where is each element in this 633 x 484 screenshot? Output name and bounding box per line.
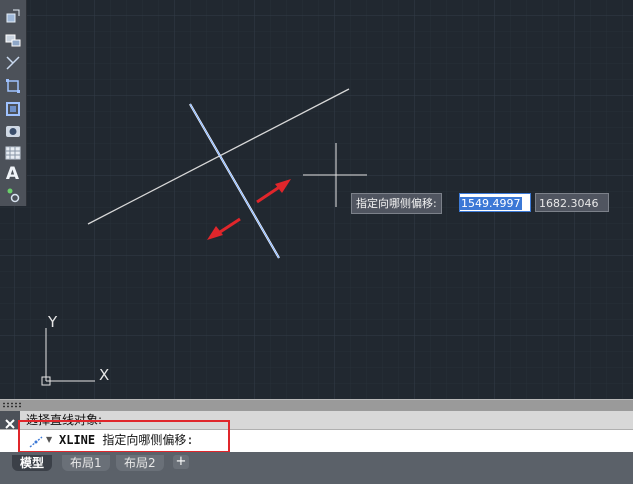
draw-toolbar: A <box>0 0 27 206</box>
table-icon[interactable] <box>2 143 23 162</box>
tab-model[interactable]: 模型 <box>12 455 53 471</box>
grip-handle[interactable] <box>2 402 22 408</box>
close-icon[interactable] <box>4 415 16 429</box>
text-icon[interactable]: A <box>2 164 23 184</box>
edit-block-icon[interactable] <box>2 6 23 25</box>
add-layout-button[interactable]: + <box>173 455 189 469</box>
trim-icon[interactable] <box>2 53 23 72</box>
layout-tabs: 模型 布局1 布局2 <box>0 452 633 484</box>
dynamic-input-y-field[interactable]: 1682.3046 <box>535 193 609 212</box>
dynamic-input-x-value: 1549.4997 <box>460 197 522 210</box>
dynamic-input-prompt: 指定向哪侧偏移: <box>351 193 442 214</box>
tab-layout2[interactable]: 布局2 <box>116 455 164 471</box>
camera-icon[interactable] <box>2 121 23 140</box>
highlight-box <box>18 420 230 453</box>
select-window-icon[interactable] <box>2 99 23 118</box>
insert-block-icon[interactable] <box>2 30 23 49</box>
move-icon[interactable] <box>2 76 23 95</box>
point-style-icon[interactable] <box>2 185 23 204</box>
dynamic-input-x-field[interactable]: 1549.4997 <box>459 193 531 212</box>
ucs-y-label: Y <box>47 313 58 331</box>
ucs-x-label: X <box>99 366 109 384</box>
tab-layout1[interactable]: 布局1 <box>62 455 110 471</box>
